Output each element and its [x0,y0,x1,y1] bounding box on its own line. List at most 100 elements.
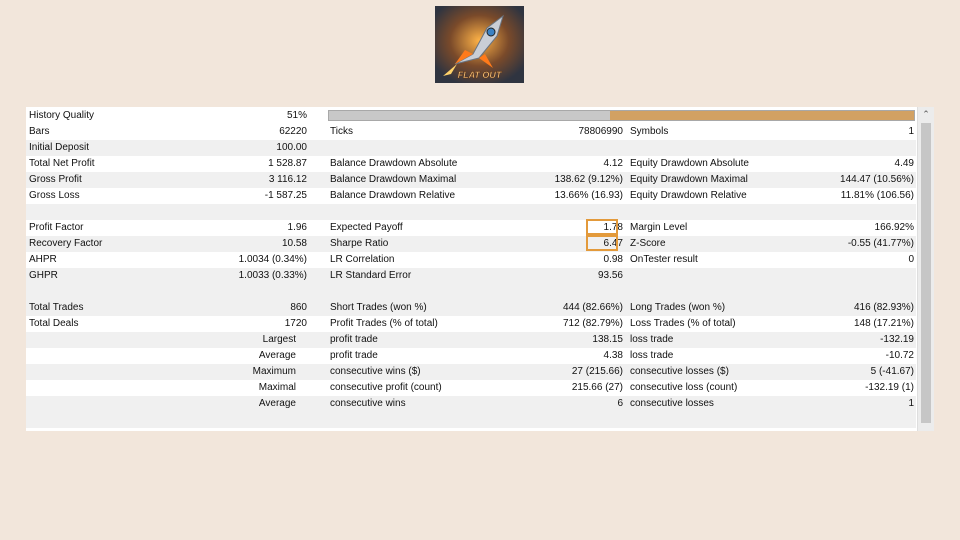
cell-value-2: 13.66% (16.93) [554,190,623,201]
cell-label-2: Balance Drawdown Maximal [330,174,457,185]
cell-value-1: 1.0034 (0.34%) [238,254,307,265]
cell-label-1: Maximal [258,382,296,393]
cell-label-3: Margin Level [630,222,688,233]
cell-label-1: Maximum [252,366,296,377]
cell-label-2: Expected Payoff [330,222,403,233]
cell-label-3: Loss Trades (% of total) [630,318,736,329]
cell-value-3: 144.47 (10.56%) [840,174,914,185]
blank-row [26,204,916,220]
cell-value-3: 4.49 [894,158,914,169]
cell-label-1: AHPR [29,254,57,265]
cell-value-1: 10.58 [281,238,307,249]
cell-label-2: Balance Drawdown Absolute [330,158,458,169]
blank-row [26,284,916,300]
cell-label-1: Largest [262,334,296,345]
cell-label-1: Gross Loss [29,190,80,201]
cell-value-3: 11.81% (106.56) [840,190,914,201]
cell-label-2: LR Standard Error [330,270,412,281]
cell-value-1: 1720 [284,318,307,329]
cell-value-1: 1 528.87 [268,158,307,169]
cell-value-2: 27 (215.66) [571,366,623,377]
scrollbar-thumb[interactable] [921,123,931,423]
cell-value-1: -1 587.25 [264,190,307,201]
report-row: Profit Factor 1.96 Expected Payoff 1.78 Marg… [26,219,916,236]
report-row: Largest profit trade 138.15 loss trade -132.… [26,332,916,348]
cell-value-2: 93.56 [597,270,623,281]
cell-value-2: 78806990 [578,126,624,137]
report-row: Average profit trade 4.38 loss trade -10.72 [26,348,916,364]
chevron-up-icon[interactable]: ⌃ [918,107,934,121]
cell-value-1: 62220 [279,126,307,137]
cell-value-2: 712 (82.79%) [562,318,623,329]
cell-value-3: -10.72 [885,350,914,361]
cell-label-2: consecutive wins ($) [330,366,421,377]
cell-label-3: OnTester result [630,254,698,265]
cell-label-3: consecutive loss (count) [630,382,738,393]
cell-value-1: 3 116.12 [268,174,307,185]
report-row: Bars 62220 Ticks 78806990 Symbols 1 [26,124,916,140]
cell-label-1: Bars [29,126,50,137]
cell-value-2: 138.15 [592,334,623,345]
cell-label-1: Recovery Factor [29,238,103,249]
cell-label-2: profit trade [330,334,378,345]
cell-label-1: Total Trades [29,302,84,313]
report-row: Maximum consecutive wins ($) 27 (215.66) co… [26,364,916,380]
cell-label-1: Initial Deposit [29,142,90,153]
cell-value-1: 1.0033 (0.33%) [238,270,307,281]
cell-label-2: consecutive wins [330,398,406,409]
cell-label-1: GHPR [29,270,58,281]
cell-value-3: 1 [908,126,914,137]
history-quality-row: History Quality 51% [26,108,916,124]
cell-label-3: consecutive losses [630,398,714,409]
cell-label-3: Equity Drawdown Relative [630,190,747,201]
cell-label-1: Profit Factor [29,222,84,233]
cell-value-3: 0 [908,254,914,265]
highlight-box [586,235,618,251]
report-row: GHPR 1.0033 (0.33%) LR Standard Error 93.56 [26,268,916,284]
cell-label-1: Gross Profit [29,174,82,185]
history-quality-bar-fill [610,111,914,120]
backtest-report: History Quality 51% Bars 62220 Ticks 788069… [26,107,934,431]
highlight-box [586,219,618,235]
cell-label-3: loss trade [630,334,674,345]
logo-wordmark: FLAT OUT [458,70,503,80]
cell-label-1: Average [258,398,296,409]
cell-label-1: Total Deals [29,318,79,329]
cell-label-3: Symbols [630,126,669,137]
cell-value-3: 416 (82.93%) [853,302,914,313]
report-row: Initial Deposit 100.00 [26,140,916,156]
vertical-scrollbar[interactable]: ⌃ [917,107,934,431]
cell-label-2: LR Correlation [330,254,395,265]
cell-label-2: Sharpe Ratio [330,238,389,249]
cell-value-3: 5 (-41.67) [870,366,914,377]
cell-label-2: Profit Trades (% of total) [330,318,438,329]
cell-value-1: 1.96 [287,222,307,233]
cell-label-3: loss trade [630,350,674,361]
cell-value-1: 100.00 [276,142,307,153]
cell-value-3: -0.55 (41.77%) [847,238,914,249]
cell-label-2: Short Trades (won %) [330,302,427,313]
report-row: Recovery Factor 10.58 Sharpe Ratio 6.47 Z-Sc… [26,235,916,252]
cell-value-3: 148 (17.21%) [853,318,914,329]
history-quality-value: 51% [286,110,307,121]
cell-value-2: 444 (82.66%) [562,302,623,313]
cell-value-3: -132.19 [880,334,914,345]
history-quality-bar [328,110,915,121]
cell-value-2: 138.62 (9.12%) [554,174,623,185]
report-row: AHPR 1.0034 (0.34%) LR Correlation 0.98 OnTe… [26,252,916,268]
blank-row [26,412,916,428]
cell-label-3: Z-Score [630,238,666,249]
cell-label-2: consecutive profit (count) [330,382,442,393]
cell-value-3: 166.92% [874,222,914,233]
cell-value-2: 6 [617,398,623,409]
report-row: Gross Loss -1 587.25 Balance Drawdown Rela… [26,188,916,204]
cell-label-2: Balance Drawdown Relative [330,190,456,201]
report-rows: History Quality 51% Bars 62220 Ticks 788069… [26,108,916,428]
flat-out-logo: FLAT OUT [435,6,524,83]
cell-label-3: Long Trades (won %) [630,302,726,313]
cell-label-2: profit trade [330,350,378,361]
report-row: Total Trades 860 Short Trades (won %) 444 (… [26,300,916,316]
cell-label-3: Equity Drawdown Absolute [630,158,749,169]
report-row: Average consecutive wins 6 consecutive loss… [26,396,916,412]
cell-label-1: Average [258,350,296,361]
